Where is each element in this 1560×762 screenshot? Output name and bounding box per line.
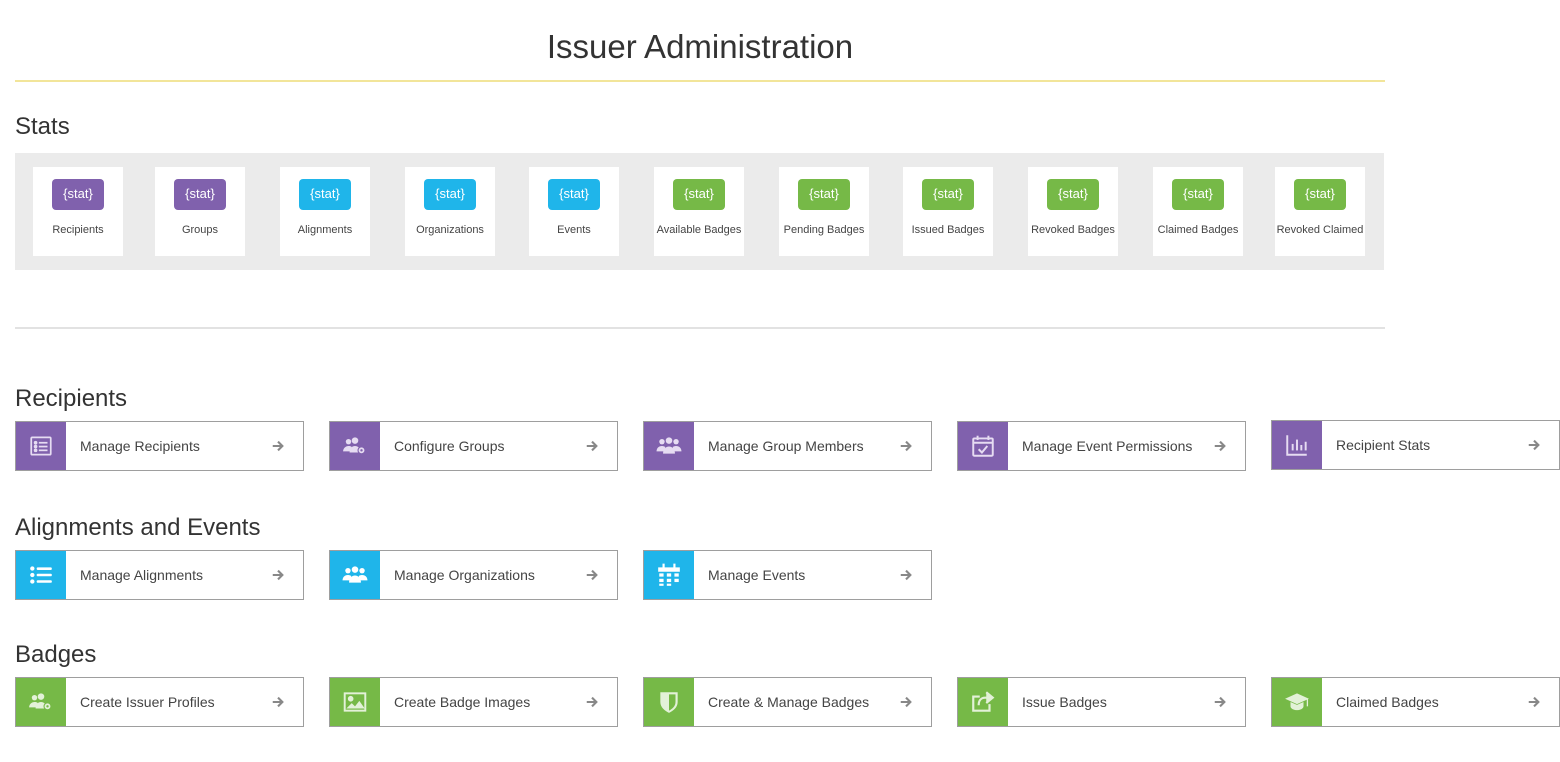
- stat-card-revoked-badges: {stat} Revoked Badges: [1028, 167, 1118, 256]
- action-label: Manage Event Permissions: [1022, 438, 1193, 454]
- stat-value: {stat}: [1172, 179, 1224, 210]
- section-divider: [15, 327, 1385, 329]
- alignments-heading: Alignments and Events: [15, 514, 261, 541]
- calendar-icon: [644, 551, 694, 599]
- claimed-badges-button[interactable]: Claimed Badges: [1271, 677, 1560, 727]
- stat-card-organizations: {stat} Organizations: [405, 167, 495, 256]
- arrow-right-icon: [1523, 695, 1545, 709]
- page-title: Issuer Administration: [546, 28, 854, 65]
- stat-value: {stat}: [922, 179, 974, 210]
- create-manage-badges-button[interactable]: Create & Manage Badges: [643, 677, 932, 727]
- action-label: Issue Badges: [1022, 694, 1107, 710]
- stat-value: {stat}: [1294, 179, 1346, 210]
- action-label: Configure Groups: [394, 438, 505, 454]
- stat-card-events: {stat} Events: [529, 167, 619, 256]
- configure-groups-button[interactable]: Configure Groups: [329, 421, 618, 471]
- stat-value: {stat}: [798, 179, 850, 210]
- action-label: Manage Alignments: [80, 567, 203, 583]
- arrow-right-icon: [267, 695, 289, 709]
- manage-alignments-button[interactable]: Manage Alignments: [15, 550, 304, 600]
- action-label: Create Badge Images: [394, 694, 531, 710]
- users-icon: [644, 422, 694, 470]
- action-label: Manage Organizations: [394, 567, 535, 583]
- stat-label: Revoked Badges: [1031, 224, 1115, 236]
- manage-recipients-button[interactable]: Manage Recipients: [15, 421, 304, 471]
- users-gear-icon: [330, 422, 380, 470]
- title-divider: [15, 80, 1385, 82]
- arrow-right-icon: [895, 568, 917, 582]
- manage-organizations-button[interactable]: Manage Organizations: [329, 550, 618, 600]
- arrow-right-icon: [581, 695, 603, 709]
- stat-value: {stat}: [424, 179, 476, 210]
- arrow-right-icon: [1209, 439, 1231, 453]
- stat-value: {stat}: [174, 179, 226, 210]
- image-icon: [330, 678, 380, 726]
- manage-group-members-button[interactable]: Manage Group Members: [643, 421, 932, 471]
- list-card-icon: [16, 422, 66, 470]
- arrow-right-icon: [895, 695, 917, 709]
- shield-icon: [644, 678, 694, 726]
- stat-label: Events: [557, 224, 591, 236]
- action-label: Manage Events: [708, 567, 806, 583]
- stat-card-claimed-badges: {stat} Claimed Badges: [1153, 167, 1243, 256]
- stat-label: Revoked Claimed: [1276, 224, 1364, 236]
- stat-label: Issued Badges: [911, 224, 985, 236]
- stat-label: Recipients: [52, 224, 104, 236]
- calendar-check-icon: [958, 422, 1008, 470]
- action-label: Claimed Badges: [1336, 694, 1439, 710]
- stat-value: {stat}: [299, 179, 351, 210]
- action-label: Create Issuer Profiles: [80, 694, 215, 710]
- stat-card-pending-badges: {stat} Pending Badges: [779, 167, 869, 256]
- arrow-right-icon: [267, 439, 289, 453]
- stats-heading: Stats: [15, 113, 70, 140]
- arrow-right-icon: [581, 439, 603, 453]
- action-label: Manage Recipients: [80, 438, 200, 454]
- issue-badges-button[interactable]: Issue Badges: [957, 677, 1246, 727]
- recipient-stats-button[interactable]: Recipient Stats: [1271, 420, 1560, 470]
- users-icon: [330, 551, 380, 599]
- badges-heading: Badges: [15, 641, 97, 668]
- arrow-right-icon: [1523, 438, 1545, 452]
- arrow-right-icon: [267, 568, 289, 582]
- arrow-right-icon: [581, 568, 603, 582]
- manage-events-button[interactable]: Manage Events: [643, 550, 932, 600]
- action-label: Create & Manage Badges: [708, 694, 870, 710]
- arrow-right-icon: [1209, 695, 1231, 709]
- list-icon: [16, 551, 66, 599]
- graduation-cap-icon: [1272, 678, 1322, 726]
- recipients-heading: Recipients: [15, 385, 128, 412]
- stat-label: Available Badges: [656, 224, 742, 236]
- stat-value: {stat}: [1047, 179, 1099, 210]
- arrow-right-icon: [895, 439, 917, 453]
- stat-value: {stat}: [52, 179, 104, 210]
- stat-label: Pending Badges: [783, 224, 865, 236]
- action-label: Manage Group Members: [708, 438, 864, 454]
- stat-label: Claimed Badges: [1157, 224, 1239, 236]
- stat-card-alignments: {stat} Alignments: [280, 167, 370, 256]
- stat-card-revoked-claimed: {stat} Revoked Claimed: [1275, 167, 1365, 256]
- create-badge-images-button[interactable]: Create Badge Images: [329, 677, 618, 727]
- stat-label: Organizations: [416, 224, 484, 236]
- stat-card-issued-badges: {stat} Issued Badges: [903, 167, 993, 256]
- stats-panel: {stat} Recipients {stat} Groups {stat} A…: [15, 153, 1384, 270]
- manage-event-permissions-button[interactable]: Manage Event Permissions: [957, 421, 1246, 471]
- stat-value: {stat}: [548, 179, 600, 210]
- stat-label: Groups: [181, 224, 219, 236]
- users-gear-icon: [16, 678, 66, 726]
- stat-card-recipients: {stat} Recipients: [33, 167, 123, 256]
- stat-value: {stat}: [673, 179, 725, 210]
- create-issuer-profiles-button[interactable]: Create Issuer Profiles: [15, 677, 304, 727]
- stat-label: Alignments: [297, 224, 353, 236]
- share-icon: [958, 678, 1008, 726]
- stat-card-groups: {stat} Groups: [155, 167, 245, 256]
- bar-chart-icon: [1272, 421, 1322, 469]
- action-label: Recipient Stats: [1336, 437, 1431, 453]
- stat-card-available-badges: {stat} Available Badges: [654, 167, 744, 256]
